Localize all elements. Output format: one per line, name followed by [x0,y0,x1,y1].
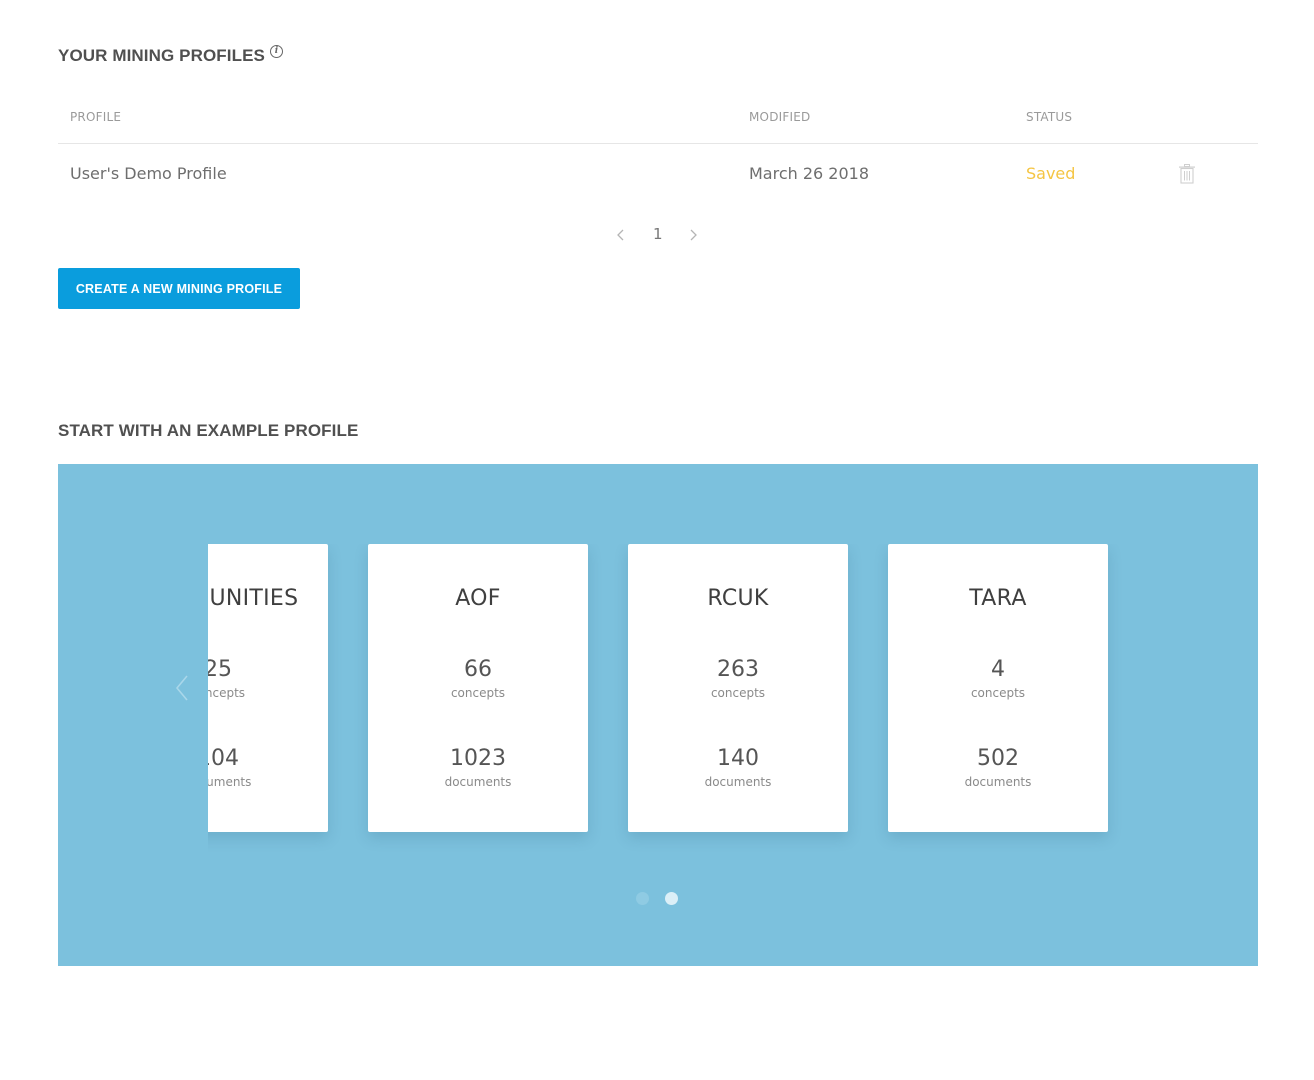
card-concepts-count: 25 [208,657,232,682]
table-row[interactable]: User's Demo Profile March 26 2018 Saved [58,162,1258,192]
profile-name[interactable]: User's Demo Profile [70,164,227,183]
chevron-right-icon[interactable] [688,228,698,242]
example-card-communities[interactable]: COMMUNITIES 25 concepts 104 documents [208,544,328,832]
card-title: TARA [969,586,1027,611]
example-profiles-carousel: COMMUNITIES 25 concepts 104 documents AO… [58,464,1258,966]
carousel-dot-1[interactable] [636,892,649,905]
carousel-dots [636,892,696,906]
trash-icon[interactable] [1178,164,1196,184]
card-documents-label: documents [964,775,1032,789]
card-documents-count: 104 [208,746,239,771]
status-badge: Saved [1026,164,1076,183]
chevron-left-icon[interactable] [616,228,626,242]
card-concepts-label: concepts [208,686,246,700]
card-documents-count: 1023 [450,746,506,771]
example-card-rcuk[interactable]: RCUK 263 concepts 140 documents [628,544,848,832]
card-concepts-label: concepts [970,686,1026,700]
column-header-profile[interactable]: PROFILE [70,110,121,124]
carousel-prev-chevron-icon[interactable] [174,674,190,702]
profile-modified-date: March 26 2018 [749,164,870,183]
card-documents-label: documents [704,775,772,789]
pagination: 1 [610,224,710,248]
card-concepts-label: concepts [710,686,766,700]
card-concepts-count: 4 [991,657,1005,682]
column-header-modified[interactable]: MODIFIED [749,110,810,124]
info-icon[interactable]: i [269,44,283,58]
card-title: COMMUNITIES [208,586,299,611]
card-documents-count: 140 [717,746,759,771]
carousel-viewport: COMMUNITIES 25 concepts 104 documents AO… [208,544,1208,864]
card-title: AOF [455,586,501,611]
example-card-aof[interactable]: AOF 66 concepts 1023 documents [368,544,588,832]
page-number[interactable]: 1 [653,225,663,243]
create-profile-button[interactable]: CREATE A NEW MINING PROFILE [58,268,300,309]
profiles-section-title: YOUR MINING PROFILES i [58,44,283,66]
card-documents-count: 502 [977,746,1019,771]
card-concepts-count: 66 [464,657,492,682]
card-title: RCUK [707,586,769,611]
example-card-tara[interactable]: TARA 4 concepts 502 documents [888,544,1108,832]
card-concepts-count: 263 [717,657,759,682]
card-concepts-label: concepts [450,686,506,700]
examples-section-title: START WITH AN EXAMPLE PROFILE [58,421,359,440]
carousel-dot-2-active[interactable] [665,892,678,905]
card-documents-label: documents [444,775,512,789]
profiles-title-text: YOUR MINING PROFILES [58,46,265,65]
card-documents-label: documents [208,775,252,789]
column-header-status[interactable]: STATUS [1026,110,1072,124]
profiles-table-header: PROFILE MODIFIED STATUS [58,108,1258,144]
